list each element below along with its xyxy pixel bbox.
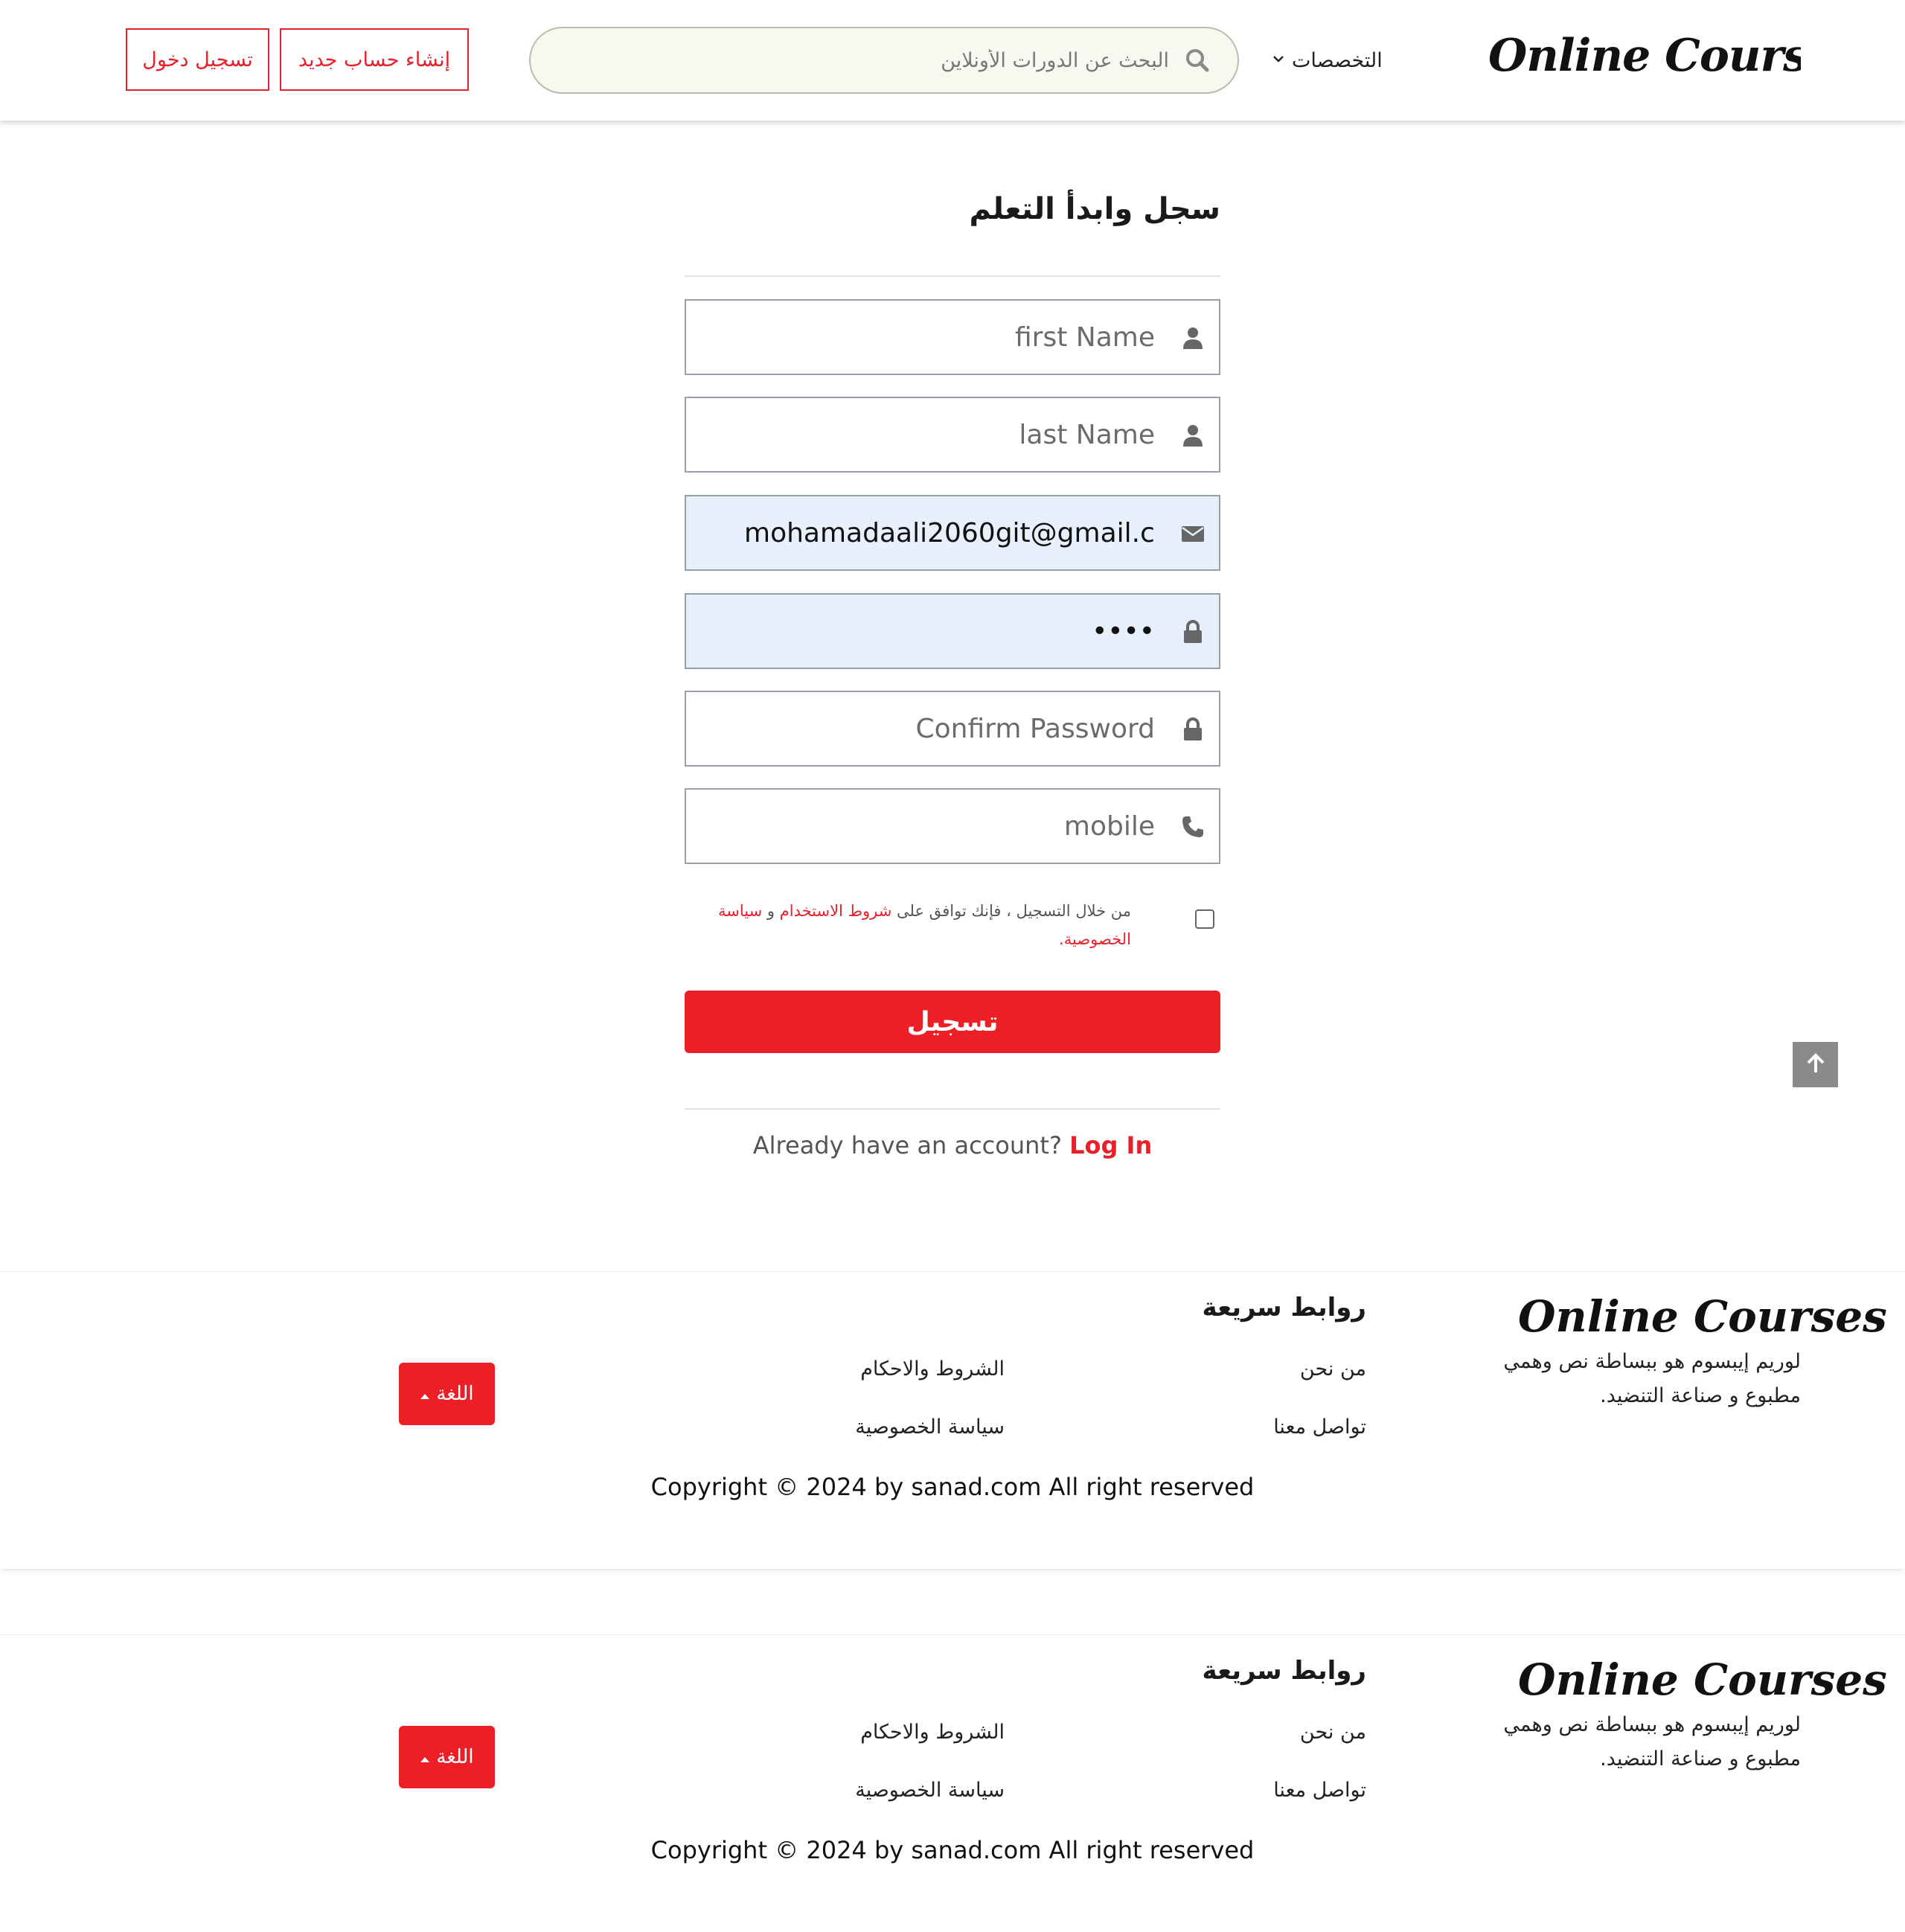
user-icon <box>1180 423 1206 448</box>
footer-link-about[interactable]: من نحن <box>1161 1357 1366 1390</box>
search-bar <box>529 27 1239 94</box>
language-button[interactable]: اللغة <box>399 1363 495 1425</box>
footer-description: لوريم إيبسوم هو ببساطة نص وهمي مطبوع و ص… <box>1503 1713 1801 1771</box>
chevron-down-icon <box>1272 53 1284 68</box>
footer-description: لوريم إيبسوم هو ببساطة نص وهمي مطبوع و ص… <box>1503 1350 1801 1407</box>
confirm-password-input[interactable] <box>743 692 1156 765</box>
footer-link-privacy[interactable]: سياسة الخصوصية <box>781 1779 1005 1811</box>
agree-sentence: من خلال التسجيل ، فإنك توافق على <box>897 902 1131 920</box>
scroll-to-top-button[interactable] <box>1793 1042 1838 1087</box>
and-word: و <box>766 902 775 920</box>
envelope-icon <box>1180 521 1206 546</box>
register-button[interactable]: إنشاء حساب جديد <box>280 28 469 91</box>
divider <box>685 275 1220 277</box>
caret-up-icon <box>420 1746 430 1768</box>
categories-label: التخصصات <box>1292 48 1383 72</box>
login-link[interactable]: Log In <box>1069 1131 1152 1159</box>
password-input[interactable] <box>743 595 1156 668</box>
categories-menu[interactable]: التخصصات <box>1272 41 1406 80</box>
mobile-field <box>685 788 1220 864</box>
terms-of-use-link[interactable]: شروط الاستخدام <box>780 902 892 920</box>
agree-checkbox[interactable] <box>1195 909 1214 929</box>
first-name-field <box>685 299 1220 375</box>
footer-link-privacy[interactable]: سياسة الخصوصية <box>781 1416 1005 1448</box>
password-field <box>685 593 1220 669</box>
caret-up-icon <box>420 1383 430 1405</box>
submit-register-button[interactable]: تسجيل <box>685 991 1220 1053</box>
footer-link-about[interactable]: من نحن <box>1161 1721 1366 1753</box>
phone-icon <box>1180 814 1206 839</box>
footer-brand: Online Courses <box>1518 1291 1887 1342</box>
quick-links-heading: روابط سريعة <box>1202 1656 1366 1686</box>
footer-brand: Online Courses <box>1518 1654 1887 1705</box>
mobile-input[interactable] <box>743 790 1156 863</box>
footer-link-terms[interactable]: الشروط والاحكام <box>819 1357 1005 1390</box>
email-input[interactable] <box>743 496 1156 569</box>
language-label: اللغة <box>436 1746 474 1768</box>
brand-logo[interactable]: Online Courses t <box>1488 22 1801 89</box>
divider <box>685 1108 1220 1110</box>
site-footer: Online Courses لوريم إيبسوم هو ببساطة نص… <box>0 1634 1905 1932</box>
search-input[interactable] <box>553 28 1171 92</box>
footer-link-contact[interactable]: تواصل معنا <box>1161 1779 1366 1811</box>
last-name-input[interactable] <box>743 398 1156 471</box>
user-icon <box>1180 325 1206 351</box>
arrow-up-icon <box>1805 1052 1827 1078</box>
site-footer: Online Courses لوريم إيبسوم هو ببساطة نص… <box>0 1271 1905 1569</box>
confirm-password-field <box>685 691 1220 767</box>
language-button[interactable]: اللغة <box>399 1726 495 1788</box>
copyright-text: Copyright © 2024 by sanad.com All right … <box>650 1473 1255 1501</box>
footer-link-contact[interactable]: تواصل معنا <box>1161 1416 1366 1448</box>
search-icon[interactable] <box>1184 47 1211 74</box>
copyright-text: Copyright © 2024 by sanad.com All right … <box>650 1836 1255 1864</box>
have-account-text: Already have an account? <box>752 1131 1062 1159</box>
lock-icon <box>1180 717 1206 742</box>
language-label: اللغة <box>436 1383 474 1405</box>
agree-text: من خلال التسجيل ، فإنك توافق على شروط ال… <box>714 897 1131 956</box>
email-field <box>685 495 1220 571</box>
page-title: سجل وابدأ التعلم <box>969 192 1220 226</box>
first-name-input[interactable] <box>743 301 1156 374</box>
lock-icon <box>1180 619 1206 644</box>
quick-links-heading: روابط سريعة <box>1202 1293 1366 1322</box>
have-account-line: Already have an account? Log In <box>685 1131 1220 1168</box>
login-button[interactable]: تسجيل دخول <box>126 28 269 91</box>
footer-link-terms[interactable]: الشروط والاحكام <box>819 1721 1005 1753</box>
site-header: Online Courses t التخصصات إنشاء حساب جدي… <box>0 0 1905 121</box>
last-name-field <box>685 397 1220 473</box>
